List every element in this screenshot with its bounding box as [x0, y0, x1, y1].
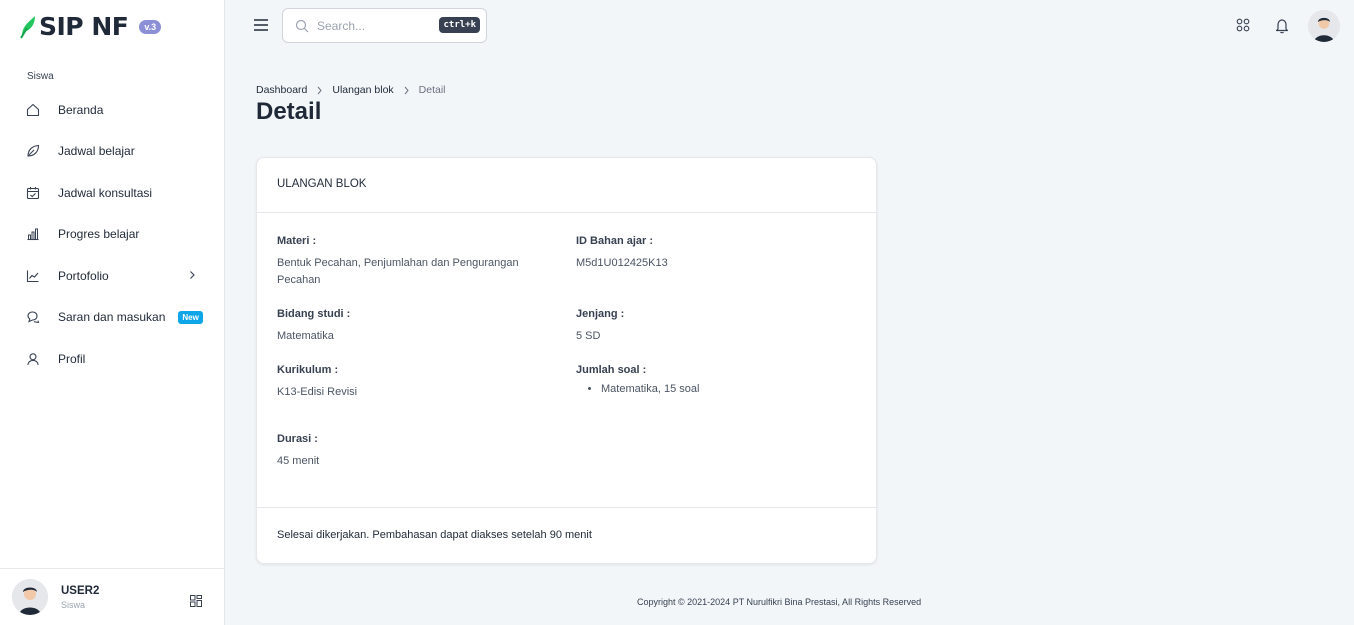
calendar-check-icon: [26, 186, 40, 200]
user-icon: [26, 352, 40, 366]
sidebar-item-label: Beranda: [58, 102, 104, 117]
bar-chart-icon: [26, 227, 40, 241]
sidebar-item-label: Profil: [58, 351, 86, 366]
sidebar-item-jadwal-belajar[interactable]: Jadwal belajar: [0, 131, 225, 173]
detail-card: ULANGAN BLOK Materi : Bentuk Pecahan, Pe…: [256, 157, 877, 564]
brand-logo[interactable]: SIP NF v.3: [19, 12, 162, 41]
chevron-right-icon: [317, 86, 323, 94]
hamburger-menu-icon[interactable]: [253, 18, 269, 32]
user-name: USER2: [61, 584, 100, 597]
card-title: ULANGAN BLOK: [257, 158, 876, 213]
field-label: Materi :: [277, 235, 317, 247]
breadcrumb-current: Detail: [418, 84, 446, 96]
top-header: ctrl+k: [225, 0, 1354, 50]
card-body: Materi : Bentuk Pecahan, Penjumlahan dan…: [257, 213, 876, 508]
breadcrumb-link-ulangan-blok[interactable]: Ulangan blok: [332, 84, 393, 96]
sidebar-item-label: Jadwal belajar: [58, 144, 135, 159]
version-badge: v.3: [139, 19, 162, 34]
sidebar-item-profil[interactable]: Profil: [0, 338, 225, 380]
logo-leaf-icon: [20, 15, 35, 39]
field-label: Kurikulum :: [277, 364, 339, 376]
chevron-right-icon: [190, 271, 195, 279]
avatar: [12, 579, 48, 615]
trend-chart-icon: [26, 269, 40, 283]
search-input[interactable]: [317, 18, 427, 33]
copyright-text: Copyright © 2021-2024 PT Nurulfikri Bina…: [637, 597, 922, 607]
sidebar: SIP NF v.3 Siswa Beranda Jadwal belajar …: [0, 0, 225, 625]
sidebar-item-portofolio[interactable]: Portofolio: [0, 255, 225, 297]
sidebar-item-saran-dan-masukan[interactable]: Saran dan masukan New: [0, 297, 225, 339]
breadcrumb: Dashboard Ulangan blok Detail: [256, 84, 446, 96]
user-role: Siswa: [61, 599, 86, 610]
field-value: Bentuk Pecahan, Penjumlahan dan Penguran…: [277, 257, 519, 286]
field-value: 45 menit: [277, 455, 320, 467]
new-badge: New: [178, 310, 203, 324]
sidebar-item-beranda[interactable]: Beranda: [0, 89, 225, 131]
field-value: K13-Edisi Revisi: [277, 386, 358, 398]
bell-icon[interactable]: [1274, 17, 1290, 34]
field-jumlah-soal: Jumlah soal : Matematika, 15 soal: [576, 364, 846, 395]
field-value: M5d1U012425K13: [576, 257, 668, 269]
chat-icon: [26, 310, 40, 324]
jumlah-soal-list: Matematika, 15 soal: [576, 383, 846, 395]
sidebar-item-label: Progres belajar: [58, 227, 140, 242]
search-icon: [295, 19, 309, 32]
sidebar-item-jadwal-konsultasi[interactable]: Jadwal konsultasi: [0, 172, 225, 214]
home-icon: [26, 103, 40, 117]
field-label: Jumlah soal :: [576, 364, 647, 376]
sidebar-item-label: Saran dan masukan: [58, 310, 166, 325]
field-id-bahan-ajar: ID Bahan ajar : M5d1U012425K13: [576, 235, 846, 272]
field-bidang-studi: Bidang studi : Matematika: [277, 308, 547, 345]
sidebar-item-progres-belajar[interactable]: Progres belajar: [0, 214, 225, 256]
card-footer-status: Selesai dikerjakan. Pembahasan dapat dia…: [257, 507, 876, 564]
breadcrumb-link-dashboard[interactable]: Dashboard: [256, 84, 307, 96]
brand-name: SIP NF: [39, 12, 129, 41]
field-label: Bidang studi :: [277, 308, 351, 320]
field-durasi: Durasi : 45 menit: [277, 433, 547, 470]
sidebar-section-label: Siswa: [27, 71, 54, 82]
page-title: Detail: [256, 98, 322, 125]
search-box[interactable]: ctrl+k: [282, 8, 487, 43]
list-item: Matematika, 15 soal: [601, 383, 846, 395]
apps-grid-icon[interactable]: [1236, 18, 1250, 32]
field-label: Jenjang :: [576, 308, 625, 320]
search-shortcut-badge: ctrl+k: [439, 17, 480, 33]
field-kurikulum: Kurikulum : K13-Edisi Revisi: [277, 364, 547, 401]
field-label: Durasi :: [277, 433, 318, 445]
field-jenjang: Jenjang : 5 SD: [576, 308, 846, 345]
field-value: Matematika: [277, 330, 334, 342]
field-value: 5 SD: [576, 330, 601, 342]
field-label: ID Bahan ajar :: [576, 235, 654, 247]
sidebar-item-label: Jadwal konsultasi: [58, 185, 153, 200]
user-info: USER2 Siswa: [61, 585, 99, 610]
layout-switch-icon[interactable]: [190, 595, 202, 607]
field-materi: Materi : Bentuk Pecahan, Penjumlahan dan…: [277, 235, 547, 289]
header-avatar[interactable]: [1308, 10, 1340, 42]
sidebar-user-box[interactable]: USER2 Siswa: [0, 568, 225, 625]
leaf-icon: [26, 144, 40, 158]
sidebar-nav: Beranda Jadwal belajar Jadwal konsultasi…: [0, 89, 225, 380]
sidebar-item-label: Portofolio: [58, 268, 109, 283]
chevron-right-icon: [404, 86, 409, 94]
